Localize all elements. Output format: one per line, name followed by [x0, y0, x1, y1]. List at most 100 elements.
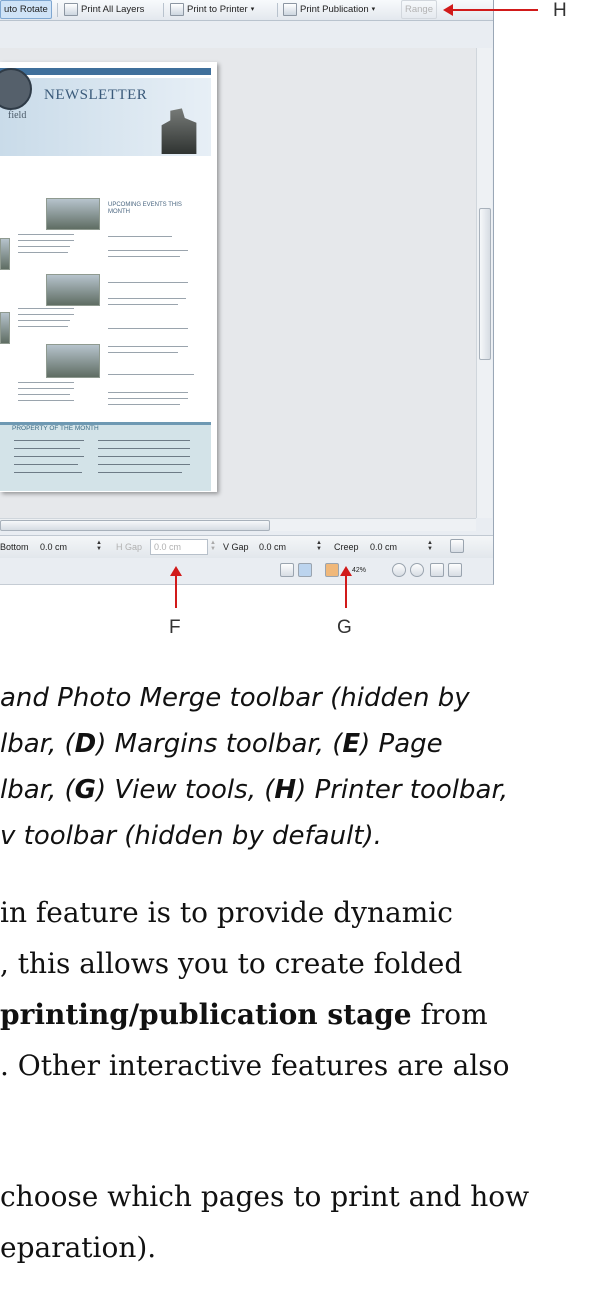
- creep-value[interactable]: 0.0 cm: [370, 542, 397, 552]
- body-line-5: choose which pages to print and how: [0, 1180, 530, 1213]
- publication-icon: [283, 3, 297, 16]
- toolbar-separator: [163, 3, 164, 17]
- text-line: [14, 456, 84, 457]
- printer-toolbar: uto Rotate Print All Layers Print to Pri…: [0, 0, 493, 21]
- layout-icon[interactable]: [448, 563, 462, 577]
- creep-label: Creep: [334, 542, 359, 552]
- page-icon[interactable]: [280, 563, 294, 577]
- text-line: [108, 374, 194, 375]
- vertical-scrollbar[interactable]: [476, 48, 492, 518]
- house-photo: [46, 198, 100, 230]
- edge-photo: [0, 312, 10, 344]
- print-all-layers-button[interactable]: Print All Layers: [64, 1, 144, 18]
- label-f: F: [169, 617, 181, 638]
- text-line: [18, 314, 74, 315]
- body-line-3: printing/publication stage from: [0, 999, 488, 1031]
- caption-text: ) Margins toolbar, (: [96, 729, 343, 759]
- arrow-f-line: [175, 575, 177, 608]
- caption-letter-d: D: [74, 729, 97, 759]
- hgap-value: 0.0 cm: [154, 542, 182, 552]
- zoom-tool-icon[interactable]: [298, 563, 312, 577]
- hgap-spinner[interactable]: ▲ ▼: [210, 540, 216, 552]
- caption-line-3: lbar, (G) View tools, (H) Printer toolba…: [0, 775, 508, 805]
- print-publication-label: Print Publication: [300, 4, 369, 15]
- text-line: [108, 298, 186, 299]
- hgap-label: H Gap: [116, 542, 143, 552]
- text-line: [18, 326, 68, 327]
- page-top-band: [0, 68, 211, 75]
- text-line: [108, 236, 172, 237]
- vgap-value[interactable]: 0.0 cm: [259, 542, 286, 552]
- caption-line-1: and Photo Merge toolbar (hidden by: [0, 683, 470, 713]
- text-line: [108, 352, 178, 353]
- creep-spinner[interactable]: ▲ ▼: [427, 540, 433, 552]
- text-line: [108, 398, 188, 399]
- bottom-spinner[interactable]: ▲ ▼: [96, 540, 102, 552]
- caption-text: lbar, (: [0, 729, 75, 759]
- text-line: [98, 448, 190, 449]
- text-line: [98, 464, 190, 465]
- print-to-printer-label: Print to Printer: [187, 4, 248, 15]
- bottom-label: Bottom: [0, 542, 29, 552]
- text-line: [14, 464, 78, 465]
- text-line: [14, 472, 82, 473]
- text-line: [18, 308, 74, 309]
- horizontal-scrollbar[interactable]: [0, 518, 476, 531]
- newsletter-page: field NEWSLETTER UPCOMING EVENTS THIS MO…: [0, 62, 217, 492]
- body-line-2: , this allows you to create folded: [0, 947, 463, 980]
- edge-photo: [0, 238, 10, 270]
- auto-rotate-button[interactable]: uto Rotate: [0, 0, 52, 19]
- toolbar-separator: [277, 3, 278, 17]
- chevron-down-icon: ▾: [250, 6, 255, 13]
- zoom-out-icon[interactable]: [392, 563, 406, 577]
- newsletter-title: NEWSLETTER: [44, 87, 148, 103]
- text-line: [98, 456, 190, 457]
- text-line: [18, 382, 74, 383]
- vgap-label: V Gap: [223, 542, 249, 552]
- zoom-level[interactable]: 42%: [352, 567, 366, 574]
- caption-text: ) View tools, (: [95, 775, 275, 805]
- print-to-printer-button[interactable]: Print to Printer ▾: [170, 1, 254, 18]
- view-tools: 42%: [270, 557, 493, 583]
- body-line-6: eparation).: [0, 1231, 157, 1264]
- fit-page-icon[interactable]: [450, 539, 464, 553]
- range-button[interactable]: Range: [401, 0, 437, 19]
- arrow-h-line: [451, 9, 538, 11]
- vgap-spinner[interactable]: ▲ ▼: [316, 540, 322, 552]
- caption-line-4: v toolbar (hidden by default).: [0, 821, 382, 851]
- text-line: [108, 282, 188, 283]
- text-line: [108, 328, 188, 329]
- upcoming-events-heading: UPCOMING EVENTS THIS MONTH: [108, 202, 182, 215]
- print-publication-button[interactable]: Print Publication ▾: [283, 1, 375, 18]
- body-line-4: . Other interactive features are also: [0, 1049, 510, 1082]
- text-line: [98, 472, 182, 473]
- caption-text: lbar, (: [0, 775, 75, 805]
- caption-line-2: lbar, (D) Margins toolbar, (E) Page: [0, 729, 443, 759]
- text-line: [18, 320, 70, 321]
- hand-tool-icon[interactable]: [325, 563, 339, 577]
- caption-text: ) Page: [360, 729, 443, 759]
- logo-text: field: [8, 110, 27, 121]
- label-h: H: [553, 0, 567, 21]
- zoom-in-icon[interactable]: [410, 563, 424, 577]
- publisher-print-preview: uto Rotate Print All Layers Print to Pri…: [0, 0, 494, 585]
- text-line: [18, 234, 74, 235]
- text-line: [18, 394, 70, 395]
- bottom-value[interactable]: 0.0 cm: [40, 542, 67, 552]
- caption-letter-e: E: [342, 729, 361, 759]
- print-all-layers-label: Print All Layers: [81, 4, 145, 15]
- chevron-down-icon: ▾: [371, 6, 376, 13]
- arrow-g-line: [345, 575, 347, 608]
- range-label: Range: [405, 4, 433, 15]
- toolbar-separator: [57, 3, 58, 17]
- caption-letter-h: H: [274, 775, 297, 805]
- layers-icon: [64, 3, 78, 16]
- view-options-icon[interactable]: [430, 563, 444, 577]
- label-g: G: [337, 617, 352, 638]
- harbour-photo: [46, 274, 100, 306]
- caption-letter-g: G: [74, 775, 96, 805]
- body-bold-term: printing/publication stage: [0, 998, 412, 1031]
- vertical-scroll-thumb[interactable]: [479, 208, 491, 360]
- text-line: [108, 250, 188, 251]
- horizontal-scroll-thumb[interactable]: [0, 520, 270, 531]
